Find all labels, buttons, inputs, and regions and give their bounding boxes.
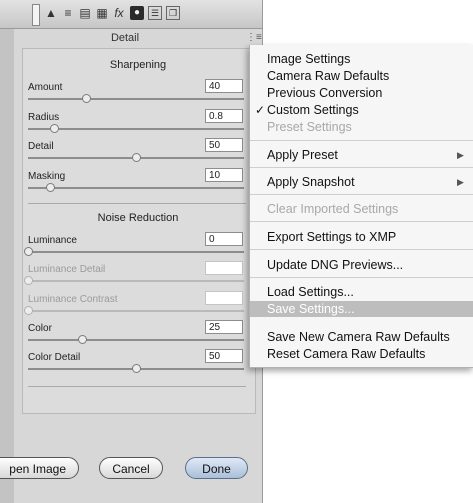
split-tone-icon[interactable]: ▤ [78, 6, 92, 20]
sharpening-title: Sharpening [109, 59, 167, 71]
menu-item-load-settings[interactable]: Load Settings... [267, 285, 354, 299]
menu-separator [250, 221, 473, 222]
section-divider [28, 203, 246, 204]
menu-item-previous-conversion[interactable]: Previous Conversion [267, 86, 382, 100]
lens-icon[interactable]: ▦ [95, 6, 109, 20]
radius-label: Radius [28, 112, 60, 123]
menu-item-camera-raw-defaults[interactable]: Camera Raw Defaults [267, 69, 389, 83]
cancel-button[interactable]: Cancel [99, 457, 163, 479]
menu-separator [250, 140, 473, 141]
amount-label: Amount [28, 82, 63, 93]
camera-icon[interactable]: ● [130, 6, 144, 20]
camera-raw-panel: ▲ ≡ ▤ ▦ fx ● ☰ ❐ Detail ⋮≡ Sharpening Am… [0, 0, 263, 503]
radius-slider[interactable] [28, 124, 244, 133]
detail-label: Detail [28, 141, 54, 152]
masking-label: Masking [28, 171, 66, 182]
amount-field[interactable]: 40 [205, 79, 243, 93]
mountain-icon[interactable]: ▲ [44, 6, 58, 20]
luminance-detail-slider-thumb [24, 276, 33, 285]
masking-slider-thumb[interactable] [45, 183, 55, 192]
menu-item-save-new-defaults[interactable]: Save New Camera Raw Defaults [267, 330, 450, 344]
luminance-detail-slider [24, 276, 244, 285]
luminance-slider-thumb[interactable] [24, 247, 33, 256]
luminance-contrast-label: Luminance Contrast [28, 294, 118, 305]
open-image-button[interactable]: pen Image [0, 457, 79, 479]
menu-separator [250, 194, 473, 195]
presets-icon[interactable]: ☰ [148, 6, 162, 20]
color-field[interactable]: 25 [205, 320, 243, 334]
radius-field[interactable]: 0.8 [205, 109, 243, 123]
menu-item-export-settings[interactable]: Export Settings to XMP [267, 230, 396, 244]
detail-slider-thumb[interactable] [132, 153, 141, 162]
noise-reduction-title: Noise Reduction [97, 212, 179, 224]
menu-item-preset-settings: Preset Settings [267, 120, 352, 134]
amount-slider[interactable] [28, 94, 244, 103]
color-slider[interactable] [28, 335, 244, 344]
menu-item-reset-defaults[interactable]: Reset Camera Raw Defaults [267, 347, 425, 361]
panel-toolbar: ▲ ≡ ▤ ▦ fx ● ☰ ❐ [0, 0, 262, 29]
menu-separator [250, 277, 473, 278]
color-detail-field[interactable]: 50 [205, 349, 243, 363]
submenu-arrow-icon: ▶ [457, 177, 464, 187]
luminance-contrast-slider [24, 306, 244, 315]
color-detail-label: Color Detail [28, 352, 81, 363]
done-button[interactable]: Done [185, 457, 248, 479]
luminance-label: Luminance [28, 235, 77, 246]
toolbar-cursor [32, 4, 40, 26]
histogram-icon[interactable]: ≡ [61, 6, 75, 20]
menu-item-apply-preset[interactable]: Apply Preset [267, 148, 338, 162]
color-slider-thumb[interactable] [78, 335, 87, 344]
panel-menu-icon[interactable]: ⋮≡ [246, 32, 262, 43]
menu-item-apply-snapshot[interactable]: Apply Snapshot [267, 175, 355, 189]
panel-edge [0, 0, 14, 503]
detail-slider[interactable] [28, 153, 244, 162]
panel-title: Detail [110, 32, 140, 44]
checkmark-icon: ✓ [255, 103, 266, 117]
luminance-field[interactable]: 0 [205, 232, 243, 246]
luminance-slider[interactable] [24, 247, 244, 256]
luminance-contrast-slider-thumb [24, 306, 33, 315]
bottom-divider [28, 386, 246, 387]
menu-separator [250, 167, 473, 168]
settings-menu: Image Settings Camera Raw Defaults Previ… [249, 45, 473, 368]
color-label: Color [28, 323, 52, 334]
luminance-contrast-field [205, 291, 243, 305]
color-detail-slider[interactable] [28, 364, 244, 373]
menu-item-clear-imported-settings: Clear Imported Settings [267, 202, 399, 216]
menu-item-custom-settings[interactable]: ✓ Custom Settings [255, 103, 359, 117]
color-detail-slider-thumb[interactable] [132, 364, 141, 373]
detail-field[interactable]: 50 [205, 138, 243, 152]
menu-item-update-dng-previews[interactable]: Update DNG Previews... [267, 258, 403, 272]
radius-slider-thumb[interactable] [49, 124, 59, 133]
fx-icon[interactable]: fx [112, 6, 126, 20]
menu-item-label: Custom Settings [267, 103, 359, 117]
luminance-detail-field [205, 261, 243, 275]
snapshots-icon[interactable]: ❐ [166, 6, 180, 20]
submenu-arrow-icon: ▶ [457, 150, 464, 160]
masking-field[interactable]: 10 [205, 168, 243, 182]
menu-separator [250, 249, 473, 250]
masking-slider[interactable] [28, 183, 244, 192]
menu-item-image-settings[interactable]: Image Settings [267, 52, 350, 66]
menu-item-save-settings[interactable]: Save Settings... [267, 302, 355, 316]
luminance-detail-label: Luminance Detail [28, 264, 106, 275]
